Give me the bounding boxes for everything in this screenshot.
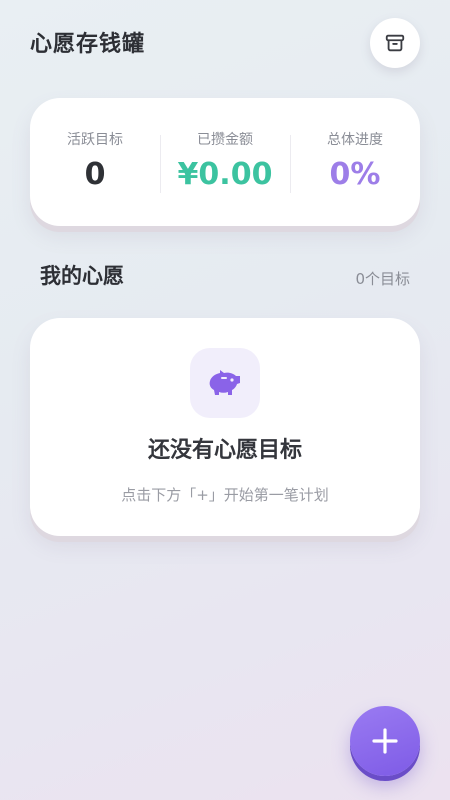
stat-label: 总体进度: [327, 132, 383, 148]
section-title: 我的心愿: [40, 264, 124, 288]
goal-count: 0个目标: [355, 270, 410, 288]
archive-box-icon: [385, 34, 405, 52]
stat-label: 已攒金额: [197, 132, 253, 148]
plus-icon: [372, 728, 398, 754]
stats-card: 活跃目标 0 已攒金额 ¥0.00 总体进度 0%: [30, 98, 420, 226]
app-title: 心愿存钱罐: [30, 32, 146, 57]
archive-button[interactable]: [370, 18, 420, 68]
stat-overall-progress: 总体进度 0%: [290, 129, 420, 195]
stat-active-goals: 活跃目标 0: [30, 129, 160, 195]
piggy-bank-icon: [209, 370, 240, 395]
stat-value: 0%: [329, 157, 381, 192]
stat-value: ¥0.00: [177, 157, 273, 192]
empty-state-card: 还没有心愿目标 点击下方「+」开始第一笔计划: [30, 318, 420, 536]
empty-state-hint: 点击下方「+」开始第一笔计划: [121, 486, 329, 504]
empty-state-title: 还没有心愿目标: [147, 438, 302, 463]
stat-saved-amount: 已攒金额 ¥0.00: [160, 129, 290, 195]
piggy-bank-badge: [190, 348, 260, 418]
stat-value: 0: [84, 157, 106, 192]
add-wish-button[interactable]: [350, 706, 420, 776]
stat-label: 活跃目标: [67, 132, 123, 148]
